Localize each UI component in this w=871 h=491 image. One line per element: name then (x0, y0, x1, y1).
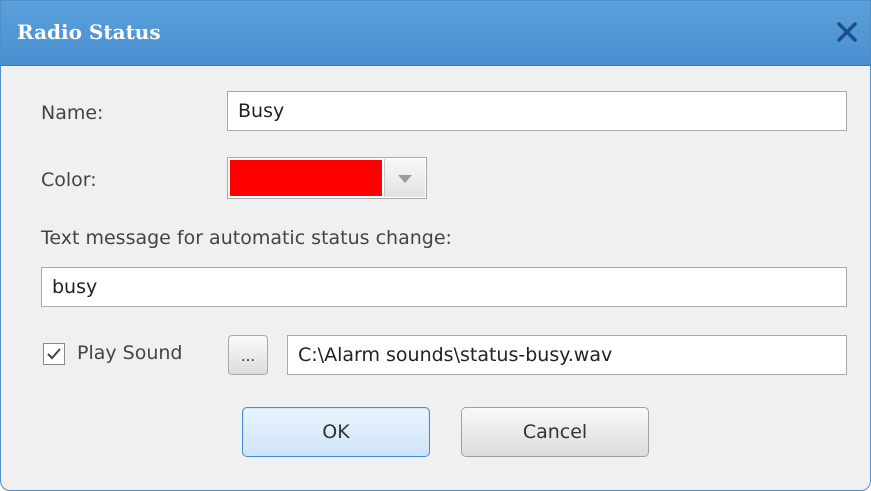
color-picker[interactable] (227, 157, 427, 199)
ok-button[interactable]: OK (242, 407, 430, 457)
play-sound-checkbox[interactable] (43, 343, 65, 365)
dialog-title: Radio Status (17, 20, 161, 44)
color-label: Color: (41, 169, 97, 191)
cancel-button[interactable]: Cancel (461, 407, 649, 457)
checkmark-icon (47, 348, 61, 360)
close-button[interactable] (830, 15, 864, 49)
close-icon (837, 22, 857, 42)
play-sound-label[interactable]: Play Sound (77, 342, 183, 364)
chevron-down-icon[interactable] (384, 159, 425, 197)
name-field[interactable] (227, 91, 847, 131)
title-bar: Radio Status (1, 1, 870, 66)
radio-status-dialog: Radio Status Name: Color: Text message f… (0, 0, 871, 491)
name-label: Name: (41, 102, 104, 124)
sound-path-field[interactable] (287, 335, 847, 375)
text-message-field[interactable] (41, 267, 847, 307)
color-swatch (230, 160, 382, 196)
browse-sound-button[interactable]: ... (228, 335, 268, 375)
text-message-label: Text message for automatic status change… (41, 227, 452, 249)
